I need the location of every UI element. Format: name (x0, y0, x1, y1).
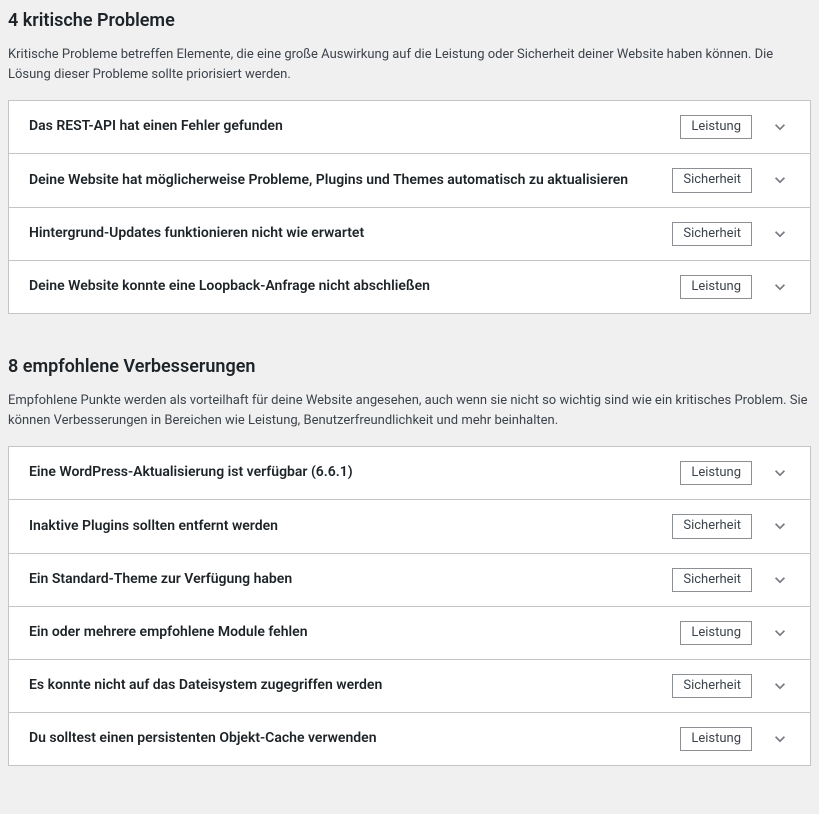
issue-title: Inaktive Plugins sollten entfernt werden (29, 517, 672, 537)
critical-issues-section: 4 kritische Probleme Kritische Probleme … (8, 8, 811, 314)
issue-row[interactable]: Es konnte nicht auf das Dateisystem zuge… (9, 660, 810, 713)
issue-title: Es konnte nicht auf das Dateisystem zuge… (29, 676, 672, 696)
issue-title: Deine Website konnte eine Loopback-Anfra… (29, 277, 680, 297)
category-badge: Leistung (680, 621, 752, 645)
issue-title: Eine WordPress-Aktualisierung ist verfüg… (29, 463, 680, 483)
chevron-down-icon (770, 170, 790, 190)
chevron-down-icon (770, 277, 790, 297)
recommended-heading: 8 empfohlene Verbesserungen (8, 354, 811, 379)
recommended-description: Empfohlene Punkte werden als vorteilhaft… (8, 391, 808, 430)
recommended-issues-section: 8 empfohlene Verbesserungen Empfohlene P… (8, 354, 811, 766)
issue-row[interactable]: Eine WordPress-Aktualisierung ist verfüg… (9, 447, 810, 500)
category-badge: Sicherheit (672, 568, 752, 592)
issue-row[interactable]: Deine Website hat möglicherweise Problem… (9, 154, 810, 207)
category-badge: Leistung (680, 727, 752, 751)
critical-issues-list: Das REST-API hat einen Fehler gefundenLe… (8, 100, 811, 314)
chevron-down-icon (770, 463, 790, 483)
chevron-down-icon (770, 729, 790, 749)
issue-row[interactable]: Ein Standard-Theme zur Verfügung habenSi… (9, 554, 810, 607)
issue-row[interactable]: Du solltest einen persistenten Objekt-Ca… (9, 713, 810, 765)
category-badge: Leistung (680, 115, 752, 139)
issue-row[interactable]: Ein oder mehrere empfohlene Module fehle… (9, 607, 810, 660)
category-badge: Sicherheit (672, 168, 752, 192)
category-badge: Sicherheit (672, 222, 752, 246)
category-badge: Leistung (680, 461, 752, 485)
issue-title: Ein Standard-Theme zur Verfügung haben (29, 570, 672, 590)
category-badge: Leistung (680, 275, 752, 299)
category-badge: Sicherheit (672, 674, 752, 698)
chevron-down-icon (770, 676, 790, 696)
issue-title: Das REST-API hat einen Fehler gefunden (29, 117, 680, 137)
recommended-issues-list: Eine WordPress-Aktualisierung ist verfüg… (8, 446, 811, 766)
issue-title: Ein oder mehrere empfohlene Module fehle… (29, 623, 680, 643)
category-badge: Sicherheit (672, 514, 752, 538)
issue-title: Du solltest einen persistenten Objekt-Ca… (29, 729, 680, 749)
issue-row[interactable]: Das REST-API hat einen Fehler gefundenLe… (9, 101, 810, 154)
critical-description: Kritische Probleme betreffen Elemente, d… (8, 45, 808, 84)
issue-title: Hintergrund-Updates funktionieren nicht … (29, 224, 672, 244)
chevron-down-icon (770, 623, 790, 643)
issue-row[interactable]: Hintergrund-Updates funktionieren nicht … (9, 208, 810, 261)
chevron-down-icon (770, 117, 790, 137)
issue-title: Deine Website hat möglicherweise Problem… (29, 171, 672, 191)
critical-heading: 4 kritische Probleme (8, 8, 811, 33)
chevron-down-icon (770, 224, 790, 244)
chevron-down-icon (770, 516, 790, 536)
issue-row[interactable]: Inaktive Plugins sollten entfernt werden… (9, 500, 810, 553)
chevron-down-icon (770, 570, 790, 590)
issue-row[interactable]: Deine Website konnte eine Loopback-Anfra… (9, 261, 810, 313)
